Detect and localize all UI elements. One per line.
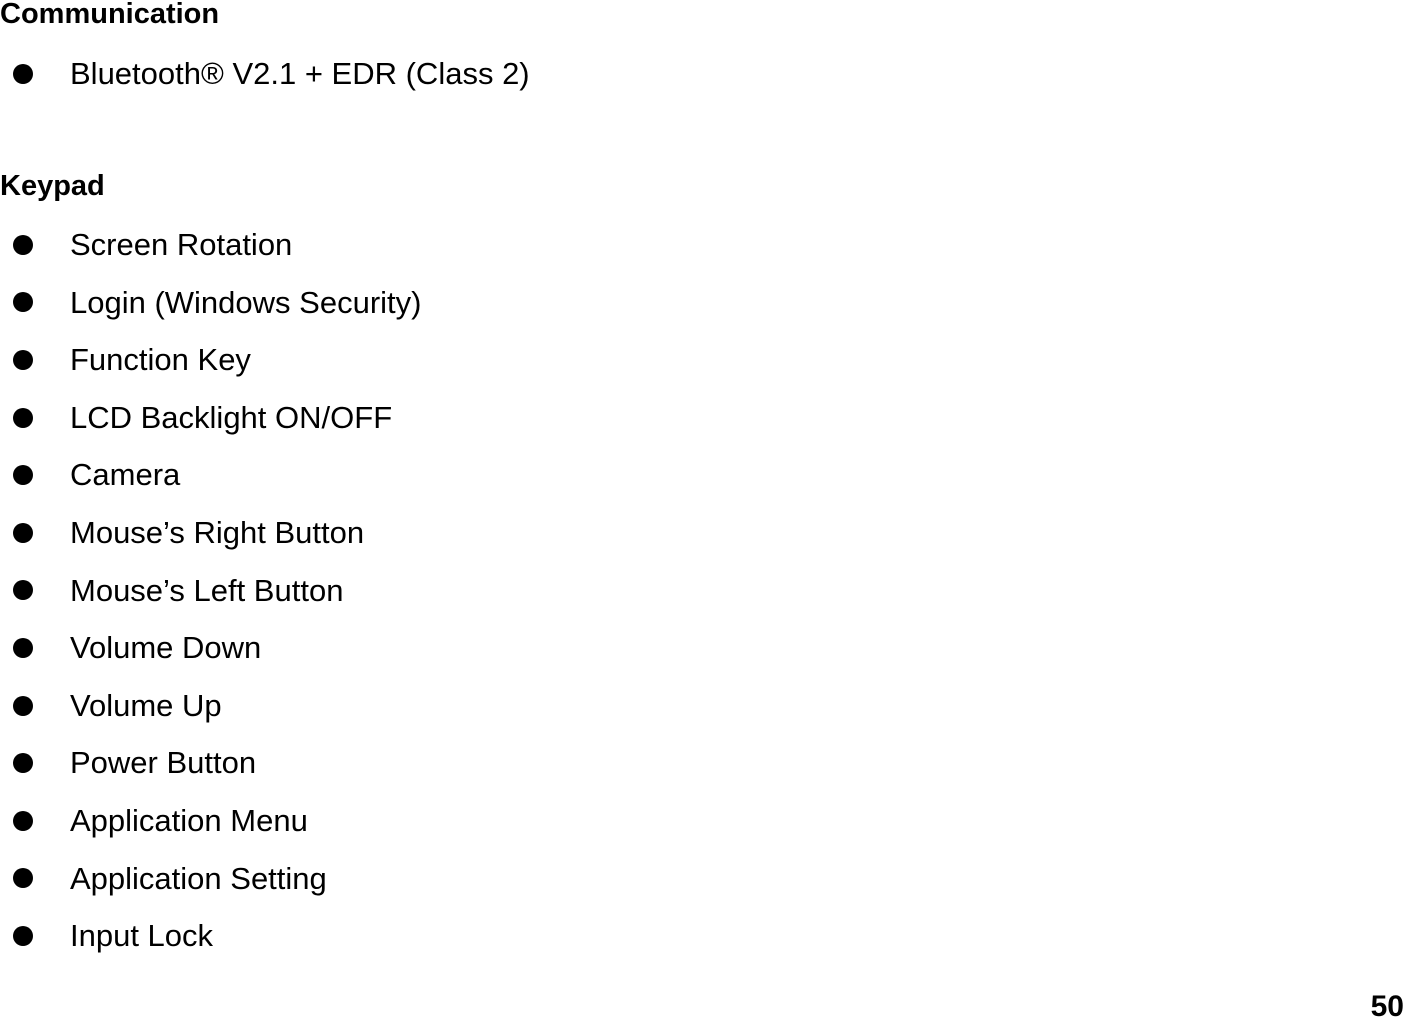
list-item: Volume Down xyxy=(0,619,421,677)
list-item: Bluetooth® V2.1 + EDR (Class 2) xyxy=(0,45,530,103)
list-item-label: Camera xyxy=(70,457,181,493)
list-item: Mouse’s Left Button xyxy=(0,562,421,620)
list-item-label: Volume Down xyxy=(70,630,262,666)
list-item-label: Function Key xyxy=(70,342,251,378)
bullet-icon xyxy=(13,637,33,658)
bullet-icon xyxy=(13,580,33,601)
list-item-label: Power Button xyxy=(70,745,257,781)
bullet-icon xyxy=(13,753,33,774)
bullet-icon xyxy=(13,868,33,889)
list-item: Screen Rotation xyxy=(0,216,421,274)
bullet-icon xyxy=(13,925,33,946)
list-item-label: LCD Backlight ON/OFF xyxy=(70,399,393,435)
bullet-icon xyxy=(13,465,33,486)
list-item-label: Input Lock xyxy=(70,918,214,954)
list-item-label: Login (Windows Security) xyxy=(70,284,422,320)
list-item: Volume Up xyxy=(0,677,421,735)
bullet-list-keypad: Screen Rotation Login (Windows Security)… xyxy=(0,216,421,965)
bullet-icon xyxy=(13,292,33,313)
list-item: LCD Backlight ON/OFF xyxy=(0,389,421,447)
list-item-label: Application Setting xyxy=(70,860,327,896)
list-item: Power Button xyxy=(0,734,421,792)
list-item: Mouse’s Right Button xyxy=(0,504,421,562)
page-number: 50 xyxy=(1370,990,1404,1023)
section-heading-keypad: Keypad xyxy=(0,170,105,202)
bullet-icon xyxy=(13,522,33,543)
bullet-icon xyxy=(13,695,33,716)
list-item-label: Mouse’s Left Button xyxy=(70,572,344,608)
bullet-icon xyxy=(13,234,33,255)
list-item: Application Setting xyxy=(0,850,421,908)
bullet-list-communication: Bluetooth® V2.1 + EDR (Class 2) xyxy=(0,45,530,103)
list-item: Camera xyxy=(0,446,421,504)
bullet-icon xyxy=(13,349,33,370)
list-item: Function Key xyxy=(0,331,421,389)
list-item-label: Volume Up xyxy=(70,687,222,723)
bullet-icon xyxy=(13,407,33,428)
list-item: Login (Windows Security) xyxy=(0,274,421,332)
list-item-label: Mouse’s Right Button xyxy=(70,514,365,550)
bullet-icon xyxy=(13,810,33,831)
section-heading-communication: Communication xyxy=(0,0,220,30)
list-item: Input Lock xyxy=(0,907,421,965)
list-item-label: Screen Rotation xyxy=(70,227,293,262)
list-item-label: Bluetooth® V2.1 + EDR (Class 2) xyxy=(70,56,530,91)
list-item: Application Menu xyxy=(0,792,421,850)
document-page: Communication Bluetooth® V2.1 + EDR (Cla… xyxy=(0,0,1412,1030)
bullet-icon xyxy=(13,63,33,84)
list-item-label: Application Menu xyxy=(70,802,308,838)
